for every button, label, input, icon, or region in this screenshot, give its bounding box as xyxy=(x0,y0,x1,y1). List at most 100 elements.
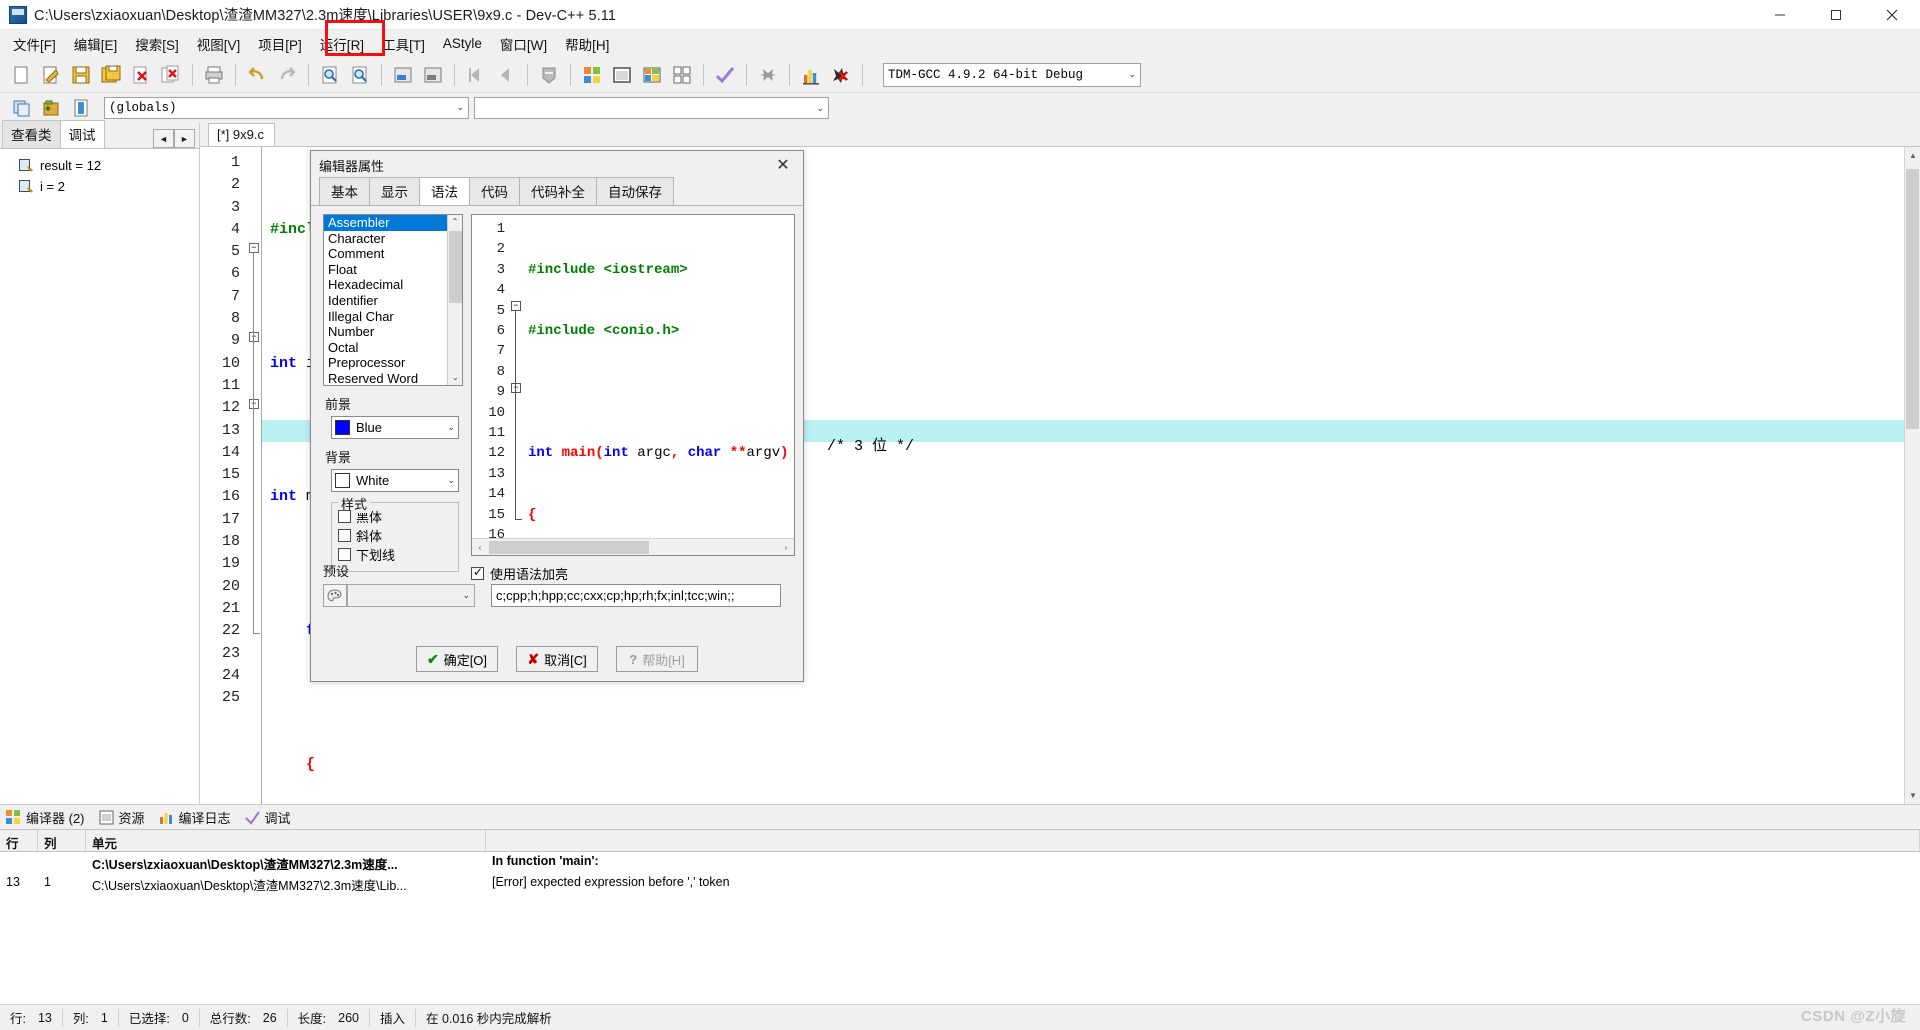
redo-icon[interactable] xyxy=(272,60,302,90)
style-underline-checkbox[interactable] xyxy=(338,548,351,561)
new-project-icon[interactable] xyxy=(577,60,607,90)
foreground-color-select[interactable]: Blue ⌄ xyxy=(331,416,459,439)
ok-button[interactable]: ✔ 确定[O] xyxy=(415,646,499,672)
preview-body[interactable]: 12345678 9 10 11 12 13 14 15 16 − − #include <i… xyxy=(472,215,794,538)
background-color-select[interactable]: White ⌄ xyxy=(331,469,459,492)
tab-debug-output[interactable]: 调试 xyxy=(244,808,291,827)
style-bold-checkbox[interactable] xyxy=(338,510,351,523)
delete-profile-icon[interactable] xyxy=(826,60,856,90)
scroll-thumb[interactable] xyxy=(449,231,462,303)
nav-next-button[interactable]: ► xyxy=(174,129,195,148)
menu-search[interactable]: 搜索[S] xyxy=(126,30,188,58)
use-syntax-highlight-row[interactable]: 使用语法加亮 xyxy=(471,564,568,583)
step-forward-icon[interactable] xyxy=(491,60,521,90)
syntax-list-scrollbar[interactable]: ⌃ ⌄ xyxy=(447,215,462,385)
save-all-icon[interactable] xyxy=(96,60,126,90)
style-italic-row[interactable]: 斜体 xyxy=(338,526,452,545)
new-file-icon[interactable] xyxy=(6,60,36,90)
file-extensions-input[interactable]: c;cpp;h;hpp;cc;cxx;cp;hp;rh;fx;inl;tcc;w… xyxy=(491,584,781,607)
menu-tools[interactable]: 工具[T] xyxy=(373,30,434,58)
editor-fold-column[interactable]: − − − xyxy=(248,147,262,804)
menu-view[interactable]: 视图[V] xyxy=(188,30,250,58)
list-item[interactable]: Assembler xyxy=(324,215,462,231)
list-item[interactable]: Float xyxy=(324,262,462,278)
syntax-element-list[interactable]: Assembler Character Comment Float Hexade… xyxy=(323,214,463,386)
find-next-icon[interactable] xyxy=(345,60,375,90)
cancel-button[interactable]: ✘ 取消[C] xyxy=(516,646,599,672)
step-back-icon[interactable] xyxy=(461,60,491,90)
scope-select[interactable]: (globals) ⌄ xyxy=(104,97,469,119)
preset-select[interactable]: ⌄ xyxy=(347,584,475,607)
table-row[interactable]: 13 1 C:\Users\zxiaoxuan\Desktop\渣渣MM327\… xyxy=(0,873,1920,894)
menu-window[interactable]: 窗口[W] xyxy=(491,30,556,58)
list-item[interactable]: Identifier xyxy=(324,293,462,309)
close-file-icon[interactable] xyxy=(126,60,156,90)
list-item[interactable]: Octal xyxy=(324,340,462,356)
watch-item[interactable]: result = 12 xyxy=(0,155,199,176)
style-underline-row[interactable]: 下划线 xyxy=(338,545,452,564)
tile-windows-icon[interactable] xyxy=(667,60,697,90)
insert-icon[interactable] xyxy=(534,60,564,90)
scroll-up-icon[interactable]: ⌃ xyxy=(448,215,462,229)
compile-icon[interactable] xyxy=(710,60,740,90)
list-item[interactable]: Reserved Word xyxy=(324,371,462,385)
editor-tab-9x9c[interactable]: [*] 9x9.c xyxy=(208,123,275,146)
close-button[interactable] xyxy=(1864,0,1920,30)
dialog-tab-code[interactable]: 代码 xyxy=(469,177,520,205)
menu-astyle[interactable]: AStyle xyxy=(434,32,491,55)
list-item[interactable]: Number xyxy=(324,324,462,340)
table-row[interactable]: C:\Users\zxiaoxuan\Desktop\渣渣MM327\2.3m速… xyxy=(0,852,1920,873)
project-manager-icon[interactable] xyxy=(637,60,667,90)
list-item[interactable]: Character xyxy=(324,231,462,247)
editor-vertical-scrollbar[interactable]: ▲ ▼ xyxy=(1904,147,1920,804)
dialog-tab-code-completion[interactable]: 代码补全 xyxy=(519,177,597,205)
tab-compiler[interactable]: 编译器 (2) xyxy=(6,808,85,827)
preview-horizontal-scrollbar[interactable]: ‹ › xyxy=(472,538,794,555)
close-all-icon[interactable] xyxy=(156,60,186,90)
list-item[interactable]: Comment xyxy=(324,246,462,262)
scroll-left-icon[interactable]: ‹ xyxy=(472,543,488,552)
dialog-tab-syntax[interactable]: 语法 xyxy=(419,177,470,205)
symbol-select[interactable]: ⌄ xyxy=(474,97,829,119)
scroll-down-icon[interactable]: ⌄ xyxy=(448,371,462,385)
menu-help[interactable]: 帮助[H] xyxy=(556,30,618,58)
preset-palette-icon[interactable] xyxy=(323,584,347,607)
dialog-tab-basic[interactable]: 基本 xyxy=(319,177,370,205)
undo-icon[interactable] xyxy=(242,60,272,90)
use-syntax-highlight-checkbox[interactable] xyxy=(471,565,484,580)
style-italic-checkbox[interactable] xyxy=(338,529,351,542)
tab-debug[interactable]: 调试 xyxy=(59,120,105,148)
save-icon[interactable] xyxy=(66,60,96,90)
menu-project[interactable]: 项目[P] xyxy=(249,30,311,58)
dialog-tab-autosave[interactable]: 自动保存 xyxy=(596,177,674,205)
print-icon[interactable] xyxy=(199,60,229,90)
maximize-button[interactable] xyxy=(1808,0,1864,30)
goto-line-icon[interactable] xyxy=(388,60,418,90)
project-properties-icon[interactable] xyxy=(607,60,637,90)
dialog-close-icon[interactable]: ✕ xyxy=(763,151,803,179)
open-file-icon[interactable] xyxy=(36,60,66,90)
scroll-right-icon[interactable]: › xyxy=(778,543,794,552)
list-item[interactable]: Preprocessor xyxy=(324,355,462,371)
tab-compile-log[interactable]: 编译日志 xyxy=(159,808,231,827)
minimize-button[interactable] xyxy=(1752,0,1808,30)
find-icon[interactable] xyxy=(315,60,345,90)
menu-file[interactable]: 文件[F] xyxy=(4,30,65,58)
new-class-icon[interactable] xyxy=(6,93,36,123)
list-item[interactable]: Illegal Char xyxy=(324,309,462,325)
dialog-tab-display[interactable]: 显示 xyxy=(369,177,420,205)
list-item[interactable]: Hexadecimal xyxy=(324,277,462,293)
watch-item[interactable]: i = 2 xyxy=(0,176,199,197)
goto-function-icon[interactable] xyxy=(418,60,448,90)
tab-class-browser[interactable]: 查看类 xyxy=(2,120,61,148)
goto-declaration-icon[interactable] xyxy=(66,93,96,123)
profile-icon[interactable] xyxy=(796,60,826,90)
nav-prev-button[interactable]: ◄ xyxy=(153,129,174,148)
stop-execution-icon[interactable] xyxy=(753,60,783,90)
add-member-icon[interactable] xyxy=(36,93,66,123)
menu-run[interactable]: 运行[R] xyxy=(311,30,373,58)
tab-resources[interactable]: 资源 xyxy=(99,808,145,827)
compiler-select[interactable]: TDM-GCC 4.9.2 64-bit Debug ⌄ xyxy=(883,62,1141,87)
menu-edit[interactable]: 编辑[E] xyxy=(65,30,127,58)
hscroll-thumb[interactable] xyxy=(489,540,649,554)
